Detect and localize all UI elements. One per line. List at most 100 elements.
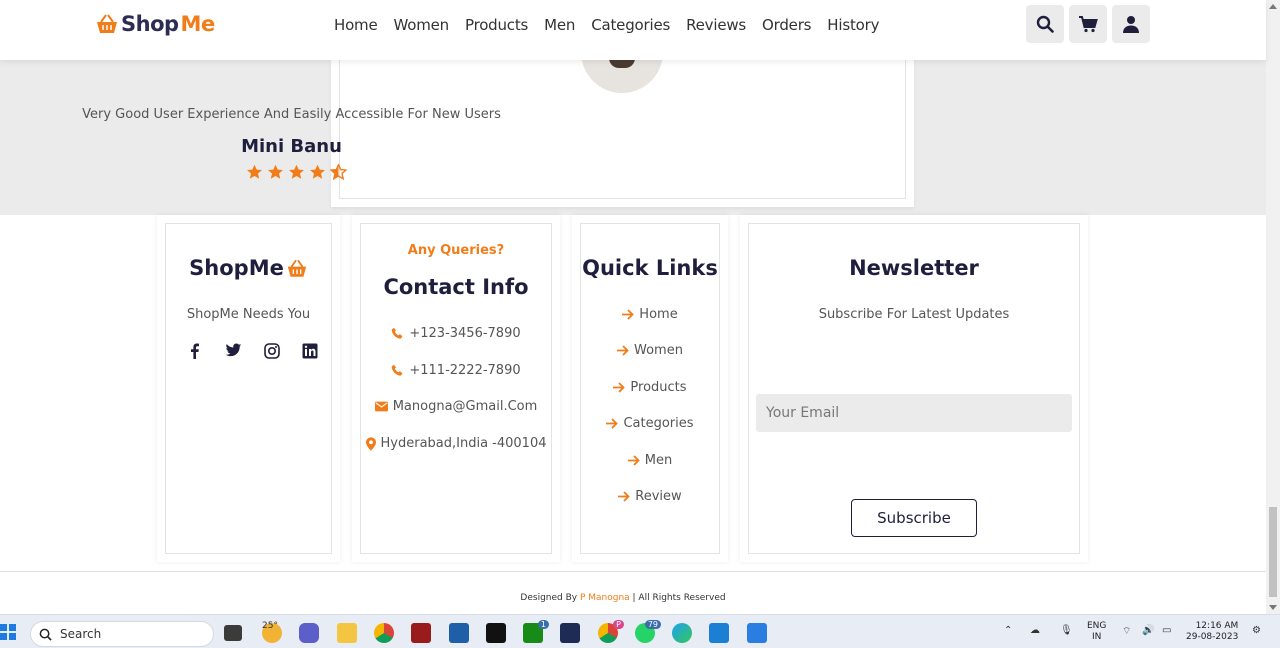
footer-links-box: Quick Links Home Women Products Categori… <box>572 215 728 562</box>
star-half-icon <box>330 164 347 180</box>
vertical-scrollbar[interactable] <box>1266 0 1280 614</box>
credit-author[interactable]: P Manogna <box>580 593 630 603</box>
map-pin-icon <box>365 436 376 451</box>
site-logo[interactable]: Shop Me <box>95 12 215 36</box>
quick-link-review-label: Review <box>635 489 682 504</box>
contact-email-text: Manogna@Gmail.Com <box>392 399 538 414</box>
cart-button[interactable] <box>1069 5 1107 43</box>
language-code: ENG <box>1087 621 1107 631</box>
star-icon <box>267 164 284 179</box>
onedrive-icon[interactable]: ☁ <box>1030 625 1040 636</box>
search-icon <box>1036 15 1054 33</box>
contact-phone-1[interactable]: +123-3456-7890 <box>352 326 560 341</box>
footer-newsletter-box: Newsletter Subscribe For Latest Updates … <box>740 215 1088 562</box>
quick-link-home[interactable]: Home <box>572 307 728 322</box>
taskbar-search[interactable]: Search <box>30 621 214 647</box>
wifi-icon[interactable]: ⌔ <box>1122 625 1131 638</box>
instagram-icon[interactable] <box>264 343 280 359</box>
facebook-icon[interactable] <box>187 343 203 359</box>
scrollbar-thumb[interactable] <box>1269 507 1277 597</box>
contact-phone-2-text: +111-2222-7890 <box>409 363 521 378</box>
arrow-right-icon <box>617 345 629 356</box>
xbox-badge: 1 <box>537 620 549 629</box>
star-icon <box>309 164 326 179</box>
quick-links-title: Quick Links <box>582 256 718 280</box>
windows-start-icon[interactable] <box>0 624 16 640</box>
quick-link-men[interactable]: Men <box>572 453 728 468</box>
quick-link-review[interactable]: Review <box>572 489 728 504</box>
arrow-right-icon <box>627 455 640 466</box>
contact-address: Hyderabad,India -400104 <box>352 436 560 451</box>
quick-link-women-label: Women <box>634 343 683 358</box>
contact-address-text: Hyderabad,India -400104 <box>380 436 547 451</box>
twitter-icon[interactable] <box>225 343 242 358</box>
clock[interactable]: 12:16 AM 29-08-2023 <box>1186 621 1238 643</box>
envelope-icon <box>374 401 388 412</box>
nav-orders[interactable]: Orders <box>754 16 819 34</box>
star-icon <box>246 164 263 179</box>
nav-men[interactable]: Men <box>536 16 583 34</box>
nav-home[interactable]: Home <box>326 16 386 34</box>
quick-link-products-label: Products <box>630 380 687 395</box>
basket-icon <box>287 259 307 277</box>
clock-time: 12:16 AM <box>1195 621 1239 631</box>
volume-icon[interactable]: 🔊 <box>1142 625 1154 636</box>
teams-chat-icon[interactable] <box>299 623 319 643</box>
footer-brand-title: ShopMe <box>157 256 340 280</box>
chevron-up-icon[interactable]: ⌃ <box>1004 625 1012 636</box>
netflix-icon[interactable] <box>486 623 506 643</box>
logo-me: Me <box>180 12 216 36</box>
search-button[interactable] <box>1026 5 1064 43</box>
search-icon <box>39 628 52 641</box>
windows-taskbar: Search 25° 1 P 79 ⌃ ☁ 🎙 ENG IN ⌔ 🔊 ▭ 12:… <box>0 614 1280 648</box>
language-indicator[interactable]: ENG IN <box>1087 621 1106 643</box>
nav-products[interactable]: Products <box>457 16 536 34</box>
app-icon-red[interactable] <box>411 623 431 643</box>
arrow-right-icon <box>618 491 631 502</box>
xbox-icon[interactable]: 1 <box>523 620 549 643</box>
contact-kicker: Any Queries? <box>407 243 505 258</box>
newsletter-email-input[interactable] <box>756 394 1072 432</box>
credit-prefix: Designed By <box>520 593 580 603</box>
whatsapp-badge: 79 <box>644 620 661 629</box>
quick-link-products[interactable]: Products <box>572 380 728 395</box>
contact-email[interactable]: Manogna@Gmail.Com <box>352 399 560 414</box>
nav-women[interactable]: Women <box>386 16 457 34</box>
app-icon-w[interactable] <box>560 623 580 643</box>
chrome-profile-icon[interactable]: P <box>598 620 624 643</box>
footer-divider <box>0 571 1266 572</box>
taskbar-search-label: Search <box>60 627 102 641</box>
contact-phone-2[interactable]: +111-2222-7890 <box>352 363 560 378</box>
nav-reviews[interactable]: Reviews <box>678 16 754 34</box>
review-text: Very Good User Experience And Easily Acc… <box>82 107 501 122</box>
linkedin-icon[interactable] <box>302 343 318 359</box>
footer-brand-box: ShopMe ShopMe Needs You <box>157 215 340 562</box>
microphone-icon[interactable]: 🎙 <box>1060 625 1073 636</box>
whatsapp-icon[interactable]: 79 <box>635 620 661 643</box>
subscribe-button[interactable]: Subscribe <box>851 499 977 537</box>
file-explorer-icon[interactable] <box>337 623 357 643</box>
chrome-icon[interactable] <box>374 623 394 643</box>
user-button[interactable] <box>1112 5 1150 43</box>
newsletter-text: Subscribe For Latest Updates <box>818 307 1010 322</box>
quick-link-categories[interactable]: Categories <box>572 416 728 431</box>
weather-temp: 25° <box>262 621 278 631</box>
task-view-icon[interactable] <box>224 625 242 641</box>
notification-icon[interactable]: ⚙ <box>1252 625 1261 636</box>
battery-icon[interactable]: ▭ <box>1162 625 1171 636</box>
main-nav: Home Women Products Men Categories Revie… <box>326 16 887 34</box>
phone-icon <box>392 364 403 376</box>
review-card <box>331 28 914 207</box>
paint-icon[interactable] <box>747 623 767 643</box>
scroll-up-arrow-icon[interactable] <box>1269 4 1277 9</box>
star-icon <box>288 164 305 179</box>
nav-categories[interactable]: Categories <box>583 16 678 34</box>
arrow-right-icon <box>606 418 619 429</box>
prime-video-icon[interactable] <box>449 623 469 643</box>
scroll-down-arrow-icon[interactable] <box>1269 605 1277 610</box>
quick-link-women[interactable]: Women <box>572 343 728 358</box>
social-links <box>187 343 318 359</box>
edge-icon[interactable] <box>672 623 692 643</box>
nav-history[interactable]: History <box>819 16 887 34</box>
vscode-icon[interactable] <box>709 623 729 643</box>
